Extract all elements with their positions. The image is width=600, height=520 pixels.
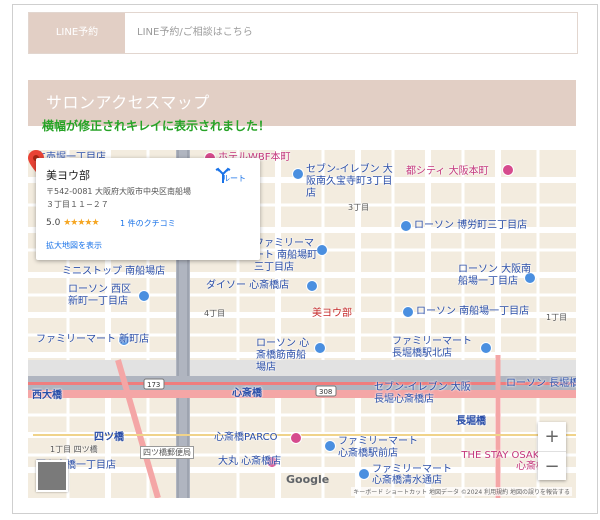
map-place-label[interactable]: ローソン 博労町三丁目店	[414, 216, 527, 231]
map-place-label[interactable]: ローソン 南船場一丁目店	[416, 302, 529, 317]
map-place-label[interactable]: 都シティ 大阪本町	[406, 162, 489, 177]
map-place-label[interactable]: ミニストップ 南船場店	[62, 262, 165, 277]
map-place-label[interactable]: ダイソー 心斎橋店	[206, 276, 289, 291]
map-place-label[interactable]: ファミリーマート 南船場町三丁目店	[254, 238, 318, 274]
section-title: サロンアクセスマップ	[46, 93, 210, 112]
map-place-label[interactable]: ローソン 心斎橋筋南船場店	[256, 338, 314, 374]
station-label[interactable]: 長堀橋	[456, 412, 486, 427]
shopping-icon	[290, 432, 302, 444]
map-place-label[interactable]: ファミリーマート 心斎橋駅前店	[338, 436, 418, 460]
map-place-label[interactable]: THE STAY OSAKA 心斎橋	[460, 450, 546, 472]
map-place-label[interactable]: 心斎橋PARCO	[214, 428, 278, 443]
google-logo: Google	[286, 473, 330, 486]
store-icon	[402, 306, 414, 318]
route-button[interactable]: ルート	[214, 166, 254, 185]
map-place-label[interactable]: セブン-イレブン 大阪長堀心斎橋店	[374, 382, 474, 406]
map-place-label[interactable]: ローソン 大阪南船場一丁目店	[458, 264, 538, 288]
zoom-in-button[interactable]: +	[538, 422, 566, 451]
directions-icon	[215, 167, 231, 183]
place-rating: 5.0 ★★★★★	[46, 218, 100, 228]
map-place-label[interactable]: ファミリーマート 新町店	[36, 330, 149, 345]
satellite-toggle[interactable]	[36, 460, 68, 492]
google-map[interactable]: 173 308 立売堀一丁目店 ホテルWBF本町 セブン-イレブン 大阪南久宝寺…	[28, 150, 576, 498]
map-place-label[interactable]: セブン-イレブン 大阪南久宝寺町3丁目店	[306, 164, 396, 200]
station-label[interactable]: 心斎橋	[232, 384, 262, 399]
map-place-label[interactable]: ファミリーマート 長堀橋駅北店	[392, 336, 482, 360]
store-icon	[358, 468, 370, 480]
map-place-label[interactable]: ローソン 西区新町一丁目店	[68, 284, 138, 308]
place-name: 美ヨウ部	[46, 169, 90, 182]
map-block-label: 3丁目	[348, 203, 370, 212]
post-office-label: 四ツ橋郵便局	[140, 446, 194, 459]
rating-value: 5.0	[46, 218, 61, 228]
store-icon	[324, 440, 336, 452]
station-label[interactable]: 西大橋	[32, 386, 62, 401]
svg-text:308: 308	[319, 388, 332, 396]
map-block-label: 1丁目 四ツ橋	[50, 445, 98, 454]
store-icon	[306, 280, 318, 292]
rating-stars-icon: ★★★★★	[63, 218, 99, 228]
fix-note: 横幅が修正されキレイに表示されました！	[42, 119, 271, 133]
line-reservation-row: LINE予約 LINE予約/ご相談はこちら	[28, 12, 578, 54]
reviews-link[interactable]: 1 件のクチコミ	[120, 218, 176, 229]
place-info-card: 美ヨウ部 〒542-0081 大阪府大阪市中央区南船場３丁目１１−２７ 5.0 …	[36, 158, 260, 260]
map-block-label: 1丁目	[546, 313, 568, 322]
hotel-icon	[502, 164, 514, 176]
zoom-out-button[interactable]: −	[538, 452, 566, 481]
station-label[interactable]: 四ツ橋	[94, 428, 124, 443]
map-place-label[interactable]: ファミリーマート 心斎橋清水通店	[372, 464, 458, 486]
map-place-label[interactable]: ローソン 長堀橋店	[506, 374, 576, 389]
larger-map-link[interactable]: 拡大地図を表示	[46, 240, 102, 251]
zoom-control: + −	[538, 422, 566, 480]
place-address: 〒542-0081 大阪府大阪市中央区南船場３丁目１１−２７	[46, 187, 192, 209]
store-icon	[314, 342, 326, 354]
svg-text:173: 173	[147, 381, 160, 389]
line-label: LINE予約	[29, 13, 125, 53]
store-icon	[400, 220, 412, 232]
store-icon	[138, 290, 150, 302]
map-place-label[interactable]: 大丸 心斎橋店	[218, 452, 281, 467]
map-block-label: 4丁目	[204, 309, 226, 318]
marker-label[interactable]: 美ヨウ部	[312, 304, 352, 319]
line-reservation-link[interactable]: LINE予約/ご相談はこちら	[137, 13, 253, 53]
store-icon	[292, 168, 304, 180]
map-attribution[interactable]: キーボード ショートカット 地図データ ©2024 利用規約 地図の誤りを報告す…	[351, 487, 572, 496]
